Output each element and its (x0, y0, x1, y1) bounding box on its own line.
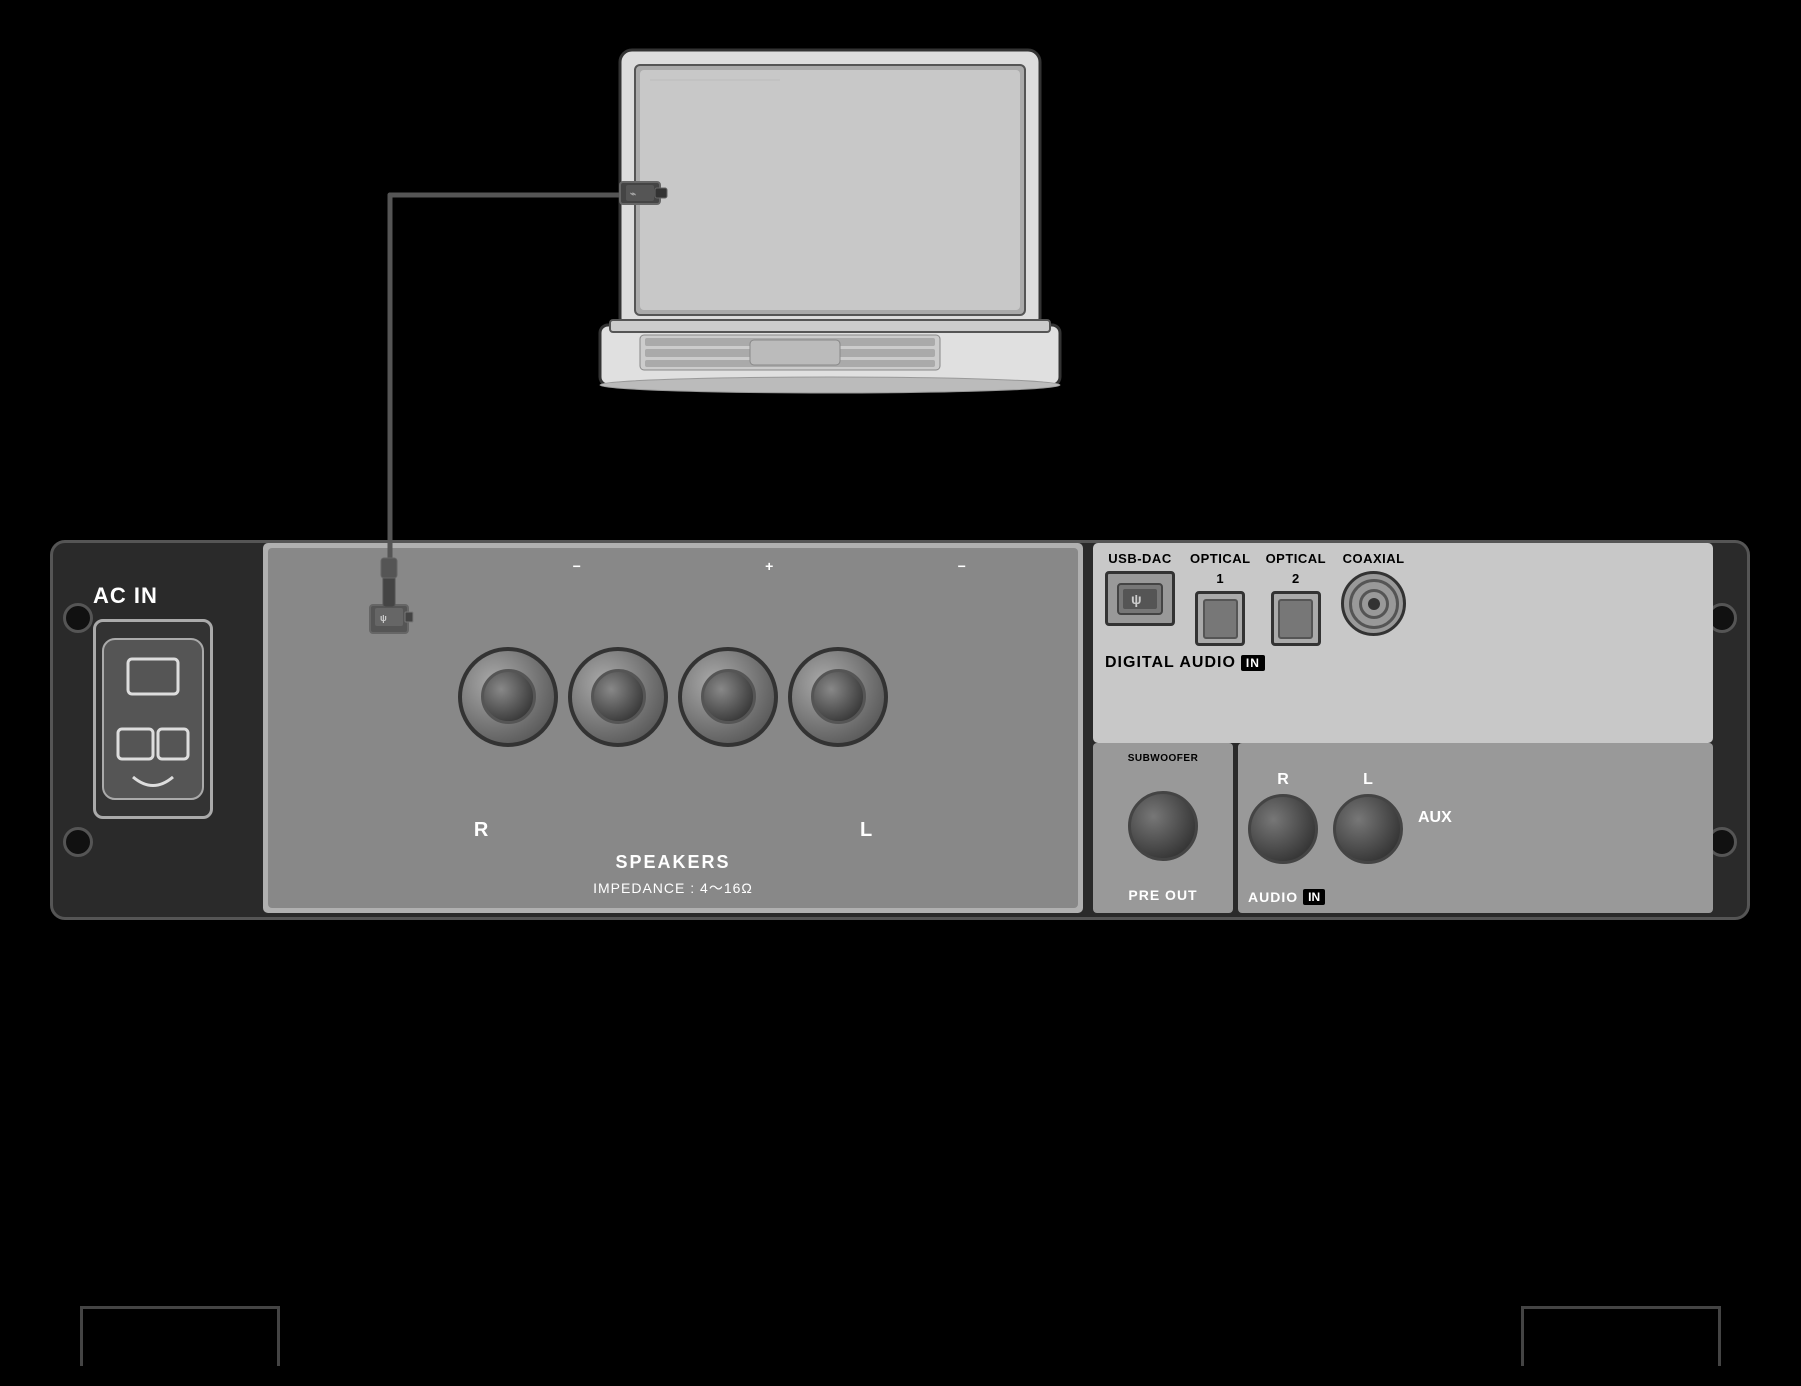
terminal-knob-2-inner (591, 669, 646, 724)
optical-2-inner (1278, 599, 1313, 639)
audio-label: AUDIO (1248, 889, 1298, 905)
audio-in-label-row: AUDIO IN (1248, 889, 1703, 905)
audio-in-badge: IN (1303, 889, 1325, 905)
mounting-hole-left-bottom (63, 827, 93, 857)
optical-1-group: OPTICAL 1 (1190, 551, 1251, 646)
stand-foot-right (1521, 1306, 1721, 1366)
usb-dac-label: USB-DAC (1108, 551, 1171, 566)
speakers-inner: + − + − (268, 548, 1078, 908)
right-channel-label: R (474, 819, 488, 842)
optical-2-label: OPTICAL (1266, 551, 1327, 566)
r-label: R (1277, 771, 1289, 789)
rl-labels: R L (278, 819, 1068, 842)
subwoofer-knob (1128, 791, 1198, 861)
optical-1-port (1195, 591, 1245, 646)
coaxial-ring-2 (1359, 589, 1389, 619)
subwoofer-label: SUBWOOFER (1128, 753, 1199, 764)
rca-left-group: L (1333, 771, 1403, 864)
laptop-illustration (580, 30, 1080, 410)
optical-1-num: 1 (1216, 571, 1224, 586)
terminal-knobs (448, 574, 898, 819)
digital-in-badge: IN (1241, 655, 1265, 671)
svg-text:ψ: ψ (1131, 591, 1142, 607)
plus-label-2: + (765, 558, 773, 574)
coaxial-ring-1 (1349, 579, 1399, 629)
ac-connector (93, 619, 213, 819)
speaker-header-row: + − + − (278, 558, 1068, 574)
terminal-knob-4-inner (811, 669, 866, 724)
coaxial-group: COAXIAL (1341, 551, 1406, 636)
plus-label-1: + (380, 558, 388, 574)
usb-dac-port: ψ (1105, 571, 1175, 626)
impedance-label: IMPEDANCE : 4～16Ω (593, 878, 753, 898)
ac-connector-svg (98, 629, 208, 809)
optical-1-label: OPTICAL (1190, 551, 1251, 566)
terminal-knob-1 (458, 647, 558, 747)
coaxial-label: COAXIAL (1343, 551, 1405, 566)
optical-2-group: OPTICAL 2 (1266, 551, 1327, 646)
digital-audio-in: DIGITAL AUDIO IN (1105, 654, 1701, 672)
optical-2-port (1271, 591, 1321, 646)
usb-dac-port-svg: ψ (1115, 579, 1165, 619)
l-label: L (1363, 771, 1373, 789)
terminal-knob-3 (678, 647, 778, 747)
rca-left-knob (1333, 794, 1403, 864)
audio-in-section: R L AUX AUDIO IN (1238, 743, 1713, 913)
laptop-svg (580, 30, 1080, 410)
coaxial-center (1368, 598, 1380, 610)
aux-label: AUX (1418, 809, 1452, 827)
audio-section: SUBWOOFER PRE OUT R L (1093, 743, 1713, 913)
pre-out-section: SUBWOOFER PRE OUT (1093, 743, 1233, 913)
digital-audio-label: DIGITAL AUDIO (1105, 654, 1236, 672)
digital-ports-row: USB-DAC ψ OPTICAL 1 (1105, 551, 1701, 646)
ac-in-section: AC IN (93, 583, 253, 843)
diagram-scene: ⌁ ψ (0, 0, 1801, 1386)
usb-dac-group: USB-DAC ψ (1105, 551, 1175, 626)
audio-ports-row: R L AUX (1248, 751, 1703, 884)
speakers-label: SPEAKERS (615, 847, 730, 878)
terminal-knob-4 (788, 647, 888, 747)
minus-label-1: − (573, 558, 581, 574)
stand-foot-left (80, 1306, 280, 1366)
terminal-knob-3-inner (701, 669, 756, 724)
mounting-hole-left-top (63, 603, 93, 633)
optical-2-num: 2 (1292, 571, 1300, 586)
speakers-section: + − + − (263, 543, 1083, 913)
rca-right-knob (1248, 794, 1318, 864)
rca-right-group: R (1248, 771, 1318, 864)
optical-1-inner (1203, 599, 1238, 639)
pre-out-label: PRE OUT (1128, 887, 1197, 903)
left-channel-label: L (860, 819, 872, 842)
digital-audio-section: USB-DAC ψ OPTICAL 1 (1093, 543, 1713, 743)
amplifier-unit: AC IN (50, 540, 1750, 920)
terminal-knob-1-inner (481, 669, 536, 724)
minus-label-2: − (958, 558, 966, 574)
terminal-knob-2 (568, 647, 668, 747)
ac-in-label: AC IN (93, 583, 253, 609)
coaxial-port (1341, 571, 1406, 636)
